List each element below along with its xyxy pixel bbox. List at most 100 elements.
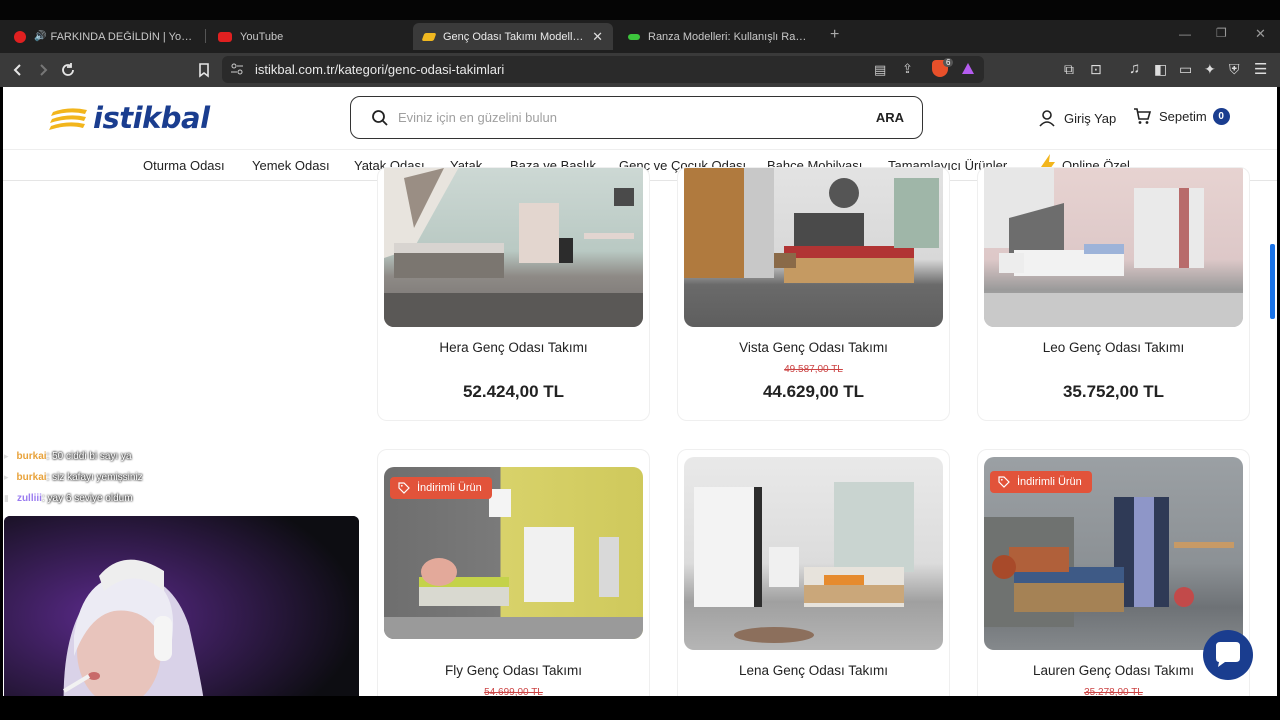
product-card[interactable]: Lena Genç Odası Takımı [677, 449, 950, 696]
product-card[interactable]: Vista Genç Odası Takımı 49.587,00 TL 44.… [677, 167, 950, 421]
tab-ranza[interactable]: Ranza Modelleri: Kullanışlı Ranza Fiya [618, 23, 818, 50]
tab-label: FARKINDA DEĞİLDİN | YouTube M [50, 30, 194, 43]
user-icon [1039, 110, 1055, 127]
product-image[interactable] [984, 168, 1243, 327]
discount-tag: İndirimli Ürün [990, 471, 1092, 493]
nav-oturma-odasi[interactable]: Oturma Odası [143, 158, 225, 173]
tab-label: Ranza Modelleri: Kullanışlı Ranza Fiya [648, 30, 808, 43]
close-window-button[interactable]: ✕ [1255, 26, 1266, 42]
reload-icon[interactable] [59, 61, 77, 79]
login-link[interactable]: Giriş Yap [1038, 109, 1116, 127]
chat-message: ▸ burkai : siz kafayı yemişsiniz [4, 467, 143, 488]
product-image[interactable]: İndirimli Ürün [384, 467, 643, 639]
nav-yemek-odasi[interactable]: Yemek Odası [252, 158, 330, 173]
product-name[interactable]: Hera Genç Odası Takımı [378, 340, 649, 355]
chat-message: ▸ burkai : 50 ciddi bi sayı ya [4, 446, 143, 467]
chat-username: zulliii [16, 493, 42, 504]
cart-icon [1134, 108, 1152, 124]
wallet-icon[interactable]: ▭ [1179, 61, 1192, 78]
ranza-favicon-icon [628, 33, 640, 40]
product-card[interactable]: Hera Genç Odası Takımı 52.424,00 TL [377, 167, 650, 421]
chat-username: burkai [16, 451, 47, 462]
tag-icon [998, 476, 1010, 488]
product-image[interactable] [684, 457, 943, 650]
product-image[interactable]: İndirimli Ürün [984, 457, 1243, 650]
browser-tab-strip: 🔊 FARKINDA DEĞİLDİN | YouTube M YouTube … [0, 20, 1280, 53]
chat-bubble-icon [1216, 642, 1240, 667]
search-input[interactable]: Eviniz için en güzelini bulun [398, 110, 557, 125]
tab-farkinda[interactable]: 🔊 FARKINDA DEĞİLDİN | YouTube M [4, 23, 204, 50]
screen-bottom-edge [0, 696, 1280, 720]
brave-rewards-icon[interactable] [962, 63, 974, 74]
product-card[interactable]: İndirimli Ürün Fly Genç Odası Takımı 54.… [377, 449, 650, 696]
login-label: Giriş Yap [1064, 110, 1117, 126]
product-image[interactable] [384, 168, 643, 327]
webcam-overlay [4, 516, 359, 716]
restore-button[interactable]: ❐ [1216, 26, 1227, 40]
product-image[interactable] [684, 168, 943, 327]
search-box[interactable]: Eviniz için en güzelini bulun ARA [350, 96, 923, 139]
leo-ai-icon[interactable]: ✦ [1204, 61, 1216, 78]
youtube-icon [218, 31, 232, 42]
back-icon[interactable] [9, 61, 27, 79]
cart-label: Sepetim [1159, 108, 1207, 124]
forward-icon[interactable] [34, 61, 52, 79]
sidebar-icon[interactable]: ◧ [1154, 61, 1167, 78]
tab-label: Genç Odası Takımı Modelleri ve [443, 30, 585, 43]
youtube-icon [14, 30, 26, 43]
istikbal-favicon-icon [421, 32, 437, 41]
tab-label: YouTube [240, 30, 284, 43]
bookmark-icon[interactable] [195, 61, 213, 79]
search-icon [372, 110, 388, 126]
site-logo[interactable]: istikbal [49, 100, 210, 136]
chat-badge-icon: ▸ [4, 472, 9, 482]
chat-badge-icon: ▮ [4, 493, 9, 503]
discount-tag-label: İndirimli Ürün [1017, 476, 1082, 488]
reader-mode-icon[interactable]: ▤ [874, 62, 886, 78]
product-price: 44.629,00 TL [762, 382, 865, 401]
media-icon[interactable]: ♫ [1129, 60, 1140, 77]
chat-text: : 50 ciddi bi sayı ya [46, 451, 132, 462]
page-scrollbar-thumb[interactable] [1270, 244, 1275, 319]
new-tab-button[interactable]: + [830, 26, 839, 44]
tag-icon [398, 482, 410, 494]
chat-username: burkai [16, 472, 47, 483]
share-icon[interactable]: ⇪ [902, 61, 913, 77]
audio-playing-icon: 🔊 [34, 31, 47, 42]
product-name[interactable]: Leo Genç Odası Takımı [978, 340, 1249, 355]
cart-link[interactable]: Sepetim 0 [1133, 107, 1230, 125]
istikbal-logo-icon [49, 108, 87, 130]
product-price: 52.424,00 TL [462, 382, 565, 401]
discount-tag: İndirimli Ürün [390, 477, 492, 499]
menu-icon[interactable]: ☰ [1254, 60, 1267, 78]
screen-top-edge [0, 0, 1280, 20]
site-settings-icon[interactable] [230, 62, 244, 76]
streamer-image [4, 516, 359, 716]
product-old-price: 49.587,00 TL [784, 364, 843, 375]
product-name[interactable]: Lena Genç Odası Takımı [678, 663, 949, 678]
close-icon[interactable]: ✕ [584, 29, 603, 45]
screenshot-icon[interactable]: ⊡ [1090, 61, 1102, 78]
vpn-icon[interactable]: ⛨ [1229, 61, 1240, 78]
product-name[interactable]: Vista Genç Odası Takımı [678, 340, 949, 355]
product-old-price: 54.699,00 TL [484, 687, 543, 696]
tab-genc-odasi[interactable]: Genç Odası Takımı Modelleri ve ✕ [413, 23, 613, 50]
cart-count-badge: 0 [1212, 107, 1230, 125]
tab-separator [205, 29, 206, 43]
chat-text: : siz kafayı yemişsiniz [46, 472, 143, 483]
minimize-button[interactable]: — [1179, 27, 1191, 41]
site-header: istikbal Eviniz için en güzelini bulun A… [3, 87, 1277, 149]
live-chat-button[interactable] [1203, 630, 1253, 680]
product-old-price: 35.278,00 TL [1084, 687, 1143, 696]
extensions-icon[interactable]: ⧉ [1064, 61, 1074, 78]
product-card[interactable]: Leo Genç Odası Takımı 35.752,00 TL [977, 167, 1250, 421]
chat-badge-icon: ▸ [4, 451, 9, 461]
chat-text: : yay 6 seviye oldum [41, 493, 133, 504]
logo-text: istikbal [93, 101, 210, 135]
product-name[interactable]: Fly Genç Odası Takımı [378, 663, 649, 678]
stream-chat-overlay: ▸ burkai : 50 ciddi bi sayı ya ▸ burkai … [4, 446, 143, 509]
search-button[interactable]: ARA [876, 110, 904, 125]
chat-message: ▮ zulliii : yay 6 seviye oldum [4, 488, 143, 509]
tab-youtube[interactable]: YouTube [208, 23, 408, 50]
discount-tag-label: İndirimli Ürün [417, 482, 482, 494]
